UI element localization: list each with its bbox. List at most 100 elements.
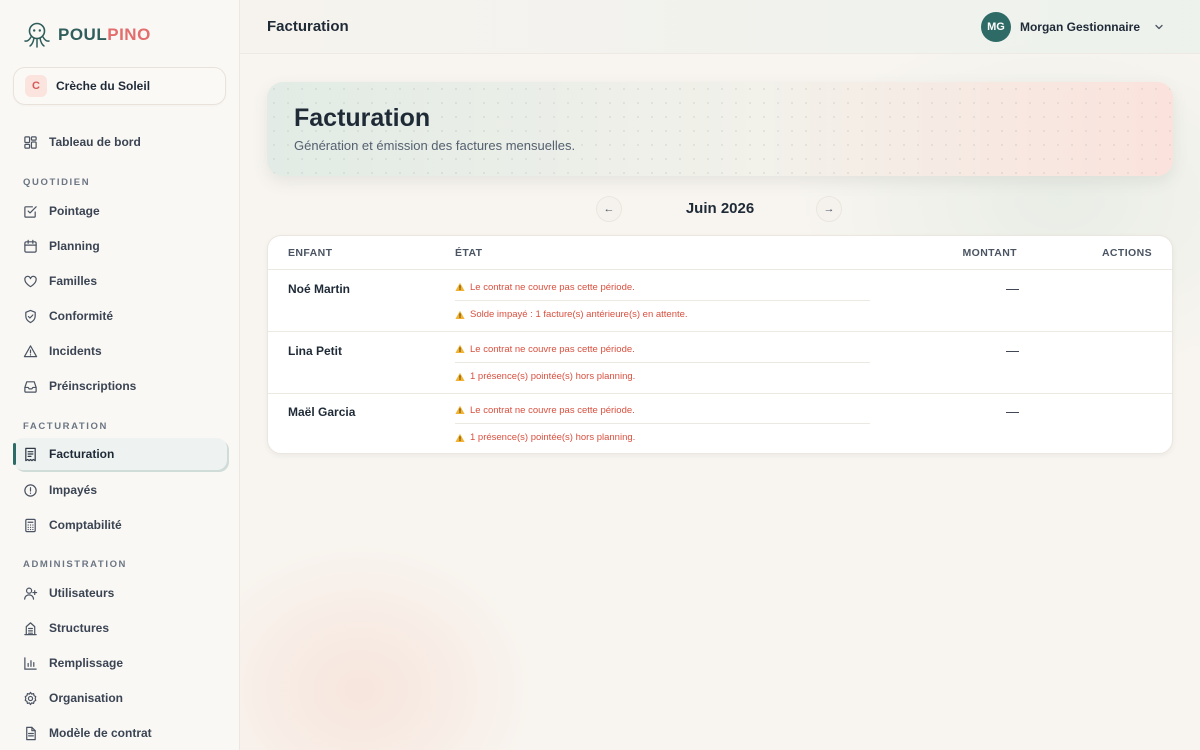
section-label-facturation: FACTURATION bbox=[23, 421, 108, 432]
alert-circle-icon bbox=[24, 483, 37, 497]
sidebar-item-familles[interactable]: Familles bbox=[13, 265, 227, 297]
warning-icon bbox=[455, 282, 465, 291]
user-menu[interactable]: MG Morgan Gestionnaire bbox=[980, 12, 1165, 42]
sidebar-item-label: Structures bbox=[49, 621, 110, 635]
status-warning: Le contrat ne couvre pas cette période. bbox=[455, 274, 870, 301]
column-header-montant: MONTANT bbox=[962, 247, 1017, 259]
app-logo[interactable]: POULPINO bbox=[22, 20, 151, 50]
warning-icon bbox=[455, 310, 465, 319]
warning-icon bbox=[455, 405, 465, 414]
sidebar-item-facturation[interactable]: Facturation bbox=[13, 438, 227, 470]
sidebar-item-remplissage[interactable]: Remplissage bbox=[13, 647, 227, 679]
section-label-administration: ADMINISTRATION bbox=[23, 559, 128, 570]
sidebar-item-label: Remplissage bbox=[49, 656, 124, 670]
sidebar-item-label: Modèle de contrat bbox=[49, 726, 152, 740]
avatar: MG bbox=[980, 12, 1011, 42]
warning-text: 1 présence(s) pointée(s) hors planning. bbox=[470, 432, 636, 443]
sidebar-item-organisation[interactable]: Organisation bbox=[13, 682, 227, 714]
chevron-down-icon bbox=[1155, 24, 1163, 30]
sidebar-item-modele-de-contrat[interactable]: Modèle de contrat bbox=[13, 717, 227, 749]
amount-value: — bbox=[1006, 404, 1019, 419]
shield-check-icon bbox=[25, 309, 36, 323]
alert-triangle-icon bbox=[23, 344, 38, 357]
child-name: Noé Martin bbox=[288, 282, 351, 296]
user-plus-icon bbox=[24, 587, 38, 600]
sidebar-item-label: Facturation bbox=[49, 447, 115, 461]
octopus-logo-icon bbox=[24, 22, 50, 48]
page-title: Facturation bbox=[267, 18, 349, 35]
table-row: Noé Martin Le contrat ne couvre pas cett… bbox=[268, 270, 1172, 332]
column-header-actions: ACTIONS bbox=[1101, 247, 1152, 259]
inbox-icon bbox=[24, 380, 37, 393]
sidebar-item-label: Pointage bbox=[49, 204, 100, 218]
warning-text: Le contrat ne couvre pas cette période. bbox=[470, 281, 635, 293]
sidebar-item-structures[interactable]: Structures bbox=[13, 612, 227, 644]
month-navigator: ← Juin 2026 → bbox=[596, 196, 844, 222]
sidebar-item-label: Tableau de bord bbox=[49, 135, 141, 149]
current-month-label: Juin 2026 bbox=[685, 200, 755, 217]
sidebar-item-utilisateurs[interactable]: Utilisateurs bbox=[13, 577, 227, 609]
sidebar-item-label: Comptabilité bbox=[49, 518, 122, 532]
table-row: Lina Petit Le contrat ne couvre pas cett… bbox=[268, 332, 1172, 394]
warning-text: Le contrat ne couvre pas cette période. bbox=[470, 404, 635, 416]
amount-value: — bbox=[1006, 343, 1019, 358]
status-warning: 1 présence(s) pointée(s) hors planning. bbox=[455, 363, 870, 390]
org-initial-badge: C bbox=[25, 75, 47, 97]
sidebar-item-incidents[interactable]: Incidents bbox=[13, 335, 227, 367]
status-warning: Solde impayé : 1 facture(s) antérieure(s… bbox=[455, 301, 870, 328]
status-warning: 1 présence(s) pointée(s) hors planning. bbox=[455, 424, 870, 451]
sidebar-item-conformite[interactable]: Conformité bbox=[13, 300, 227, 332]
column-header-enfant: ENFANT bbox=[288, 247, 333, 259]
calendar-icon bbox=[24, 239, 37, 253]
sidebar-item-comptabilite[interactable]: Comptabilité bbox=[13, 509, 227, 541]
warning-icon bbox=[455, 433, 465, 442]
warning-icon bbox=[455, 344, 465, 353]
org-name: Crèche du Soleil bbox=[56, 79, 151, 93]
warning-text: 1 présence(s) pointée(s) hors planning. bbox=[470, 371, 636, 382]
sidebar-item-label: Incidents bbox=[49, 344, 102, 358]
sidebar-item-label: Planning bbox=[49, 239, 100, 253]
sidebar: POULPINO C Crèche du Soleil Tableau de b… bbox=[0, 0, 240, 750]
section-label-quotidien: QUOTIDIEN bbox=[23, 177, 91, 188]
document-icon bbox=[26, 726, 36, 740]
app-name: POULPINO bbox=[58, 25, 151, 44]
sidebar-item-impayes[interactable]: Impayés bbox=[13, 474, 227, 506]
next-month-button[interactable]: → bbox=[816, 196, 842, 222]
page-header-card: Facturation Génération et émission des f… bbox=[267, 82, 1173, 176]
hero-subtitle: Génération et émission des factures mens… bbox=[294, 138, 576, 153]
main-content: Facturation MG Morgan Gestionnaire Factu… bbox=[240, 0, 1200, 750]
status-warning: Le contrat ne couvre pas cette période. bbox=[455, 397, 870, 424]
receipt-icon bbox=[25, 447, 36, 461]
hero-title: Facturation bbox=[294, 104, 431, 132]
sidebar-item-pointage[interactable]: Pointage bbox=[13, 195, 227, 227]
warning-text: Solde impayé : 1 facture(s) antérieure(s… bbox=[470, 309, 688, 320]
settings-icon bbox=[24, 691, 37, 705]
sidebar-item-preinscriptions[interactable]: Préinscriptions bbox=[13, 370, 227, 402]
heart-icon bbox=[24, 275, 37, 287]
warning-icon bbox=[455, 372, 465, 381]
bar-chart-icon bbox=[24, 656, 37, 670]
sidebar-item-planning[interactable]: Planning bbox=[13, 230, 227, 262]
sidebar-item-label: Impayés bbox=[49, 483, 98, 497]
status-warning: Le contrat ne couvre pas cette période. bbox=[455, 336, 870, 363]
sidebar-item-label: Utilisateurs bbox=[49, 586, 115, 600]
sidebar-item-label: Conformité bbox=[49, 309, 113, 323]
building-icon bbox=[24, 621, 37, 635]
amount-value: — bbox=[1006, 281, 1019, 296]
sidebar-item-tableau-de-bord[interactable]: Tableau de bord bbox=[13, 126, 227, 158]
invoices-table: ENFANT ÉTAT MONTANT ACTIONS Noé Martin L… bbox=[267, 235, 1173, 454]
calculator-icon bbox=[25, 518, 36, 532]
sidebar-item-label: Organisation bbox=[49, 691, 124, 705]
checkbox-icon bbox=[24, 205, 37, 218]
sidebar-item-label: Préinscriptions bbox=[49, 379, 137, 393]
warning-text: Le contrat ne couvre pas cette période. bbox=[470, 343, 635, 355]
sidebar-item-label: Familles bbox=[49, 274, 98, 288]
org-switcher[interactable]: C Crèche du Soleil bbox=[13, 67, 226, 105]
child-name: Maël Garcia bbox=[288, 405, 356, 419]
child-name: Lina Petit bbox=[288, 344, 343, 358]
table-row: Maël Garcia Le contrat ne couvre pas cet… bbox=[268, 393, 1172, 453]
topbar: Facturation MG Morgan Gestionnaire bbox=[240, 0, 1200, 54]
dashboard-icon bbox=[24, 135, 37, 149]
user-name: Morgan Gestionnaire bbox=[1019, 20, 1140, 34]
column-header-etat: ÉTAT bbox=[455, 247, 483, 259]
